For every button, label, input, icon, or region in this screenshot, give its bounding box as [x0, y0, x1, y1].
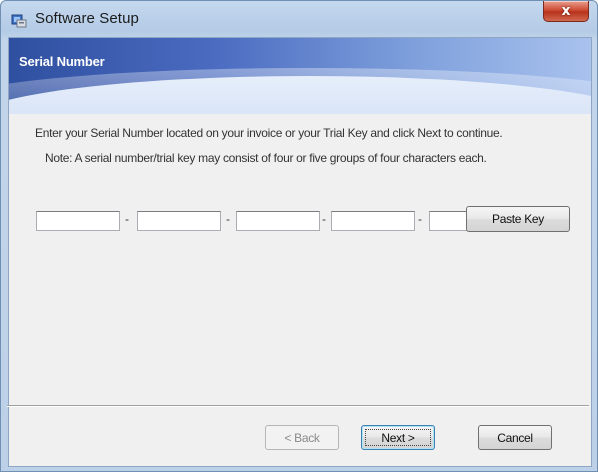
cancel-button[interactable]: Cancel	[478, 425, 552, 450]
serial-group-2-input[interactable]	[137, 211, 221, 231]
window-title: Software Setup	[35, 10, 139, 27]
serial-separator: -	[322, 212, 326, 226]
wizard-client-area: Serial Number Enter your Serial Number l…	[8, 37, 592, 467]
serial-group-1-input[interactable]	[36, 211, 120, 231]
page-title: Serial Number	[19, 54, 105, 69]
footer-divider	[7, 405, 589, 407]
focus-ring	[365, 429, 431, 446]
serial-separator: -	[418, 212, 422, 226]
serial-group-4-input[interactable]	[331, 211, 415, 231]
title-bar[interactable]: Software Setup x	[1, 1, 597, 37]
back-button[interactable]: < Back	[265, 425, 339, 450]
paste-key-button[interactable]: Paste Key	[466, 206, 570, 232]
close-button[interactable]: x	[543, 1, 589, 22]
setup-installer-icon	[11, 12, 27, 28]
serial-separator: -	[226, 212, 230, 226]
header-banner: Serial Number	[9, 38, 591, 114]
setup-window: Software Setup x Serial Number Enter you…	[0, 0, 598, 472]
note-text: Note: A serial number/trial key may cons…	[45, 151, 487, 165]
next-button[interactable]: Next >	[361, 425, 435, 450]
close-icon: x	[561, 3, 571, 19]
serial-group-3-input[interactable]	[236, 211, 320, 231]
instruction-text: Enter your Serial Number located on your…	[35, 126, 503, 140]
serial-separator: -	[125, 212, 129, 226]
